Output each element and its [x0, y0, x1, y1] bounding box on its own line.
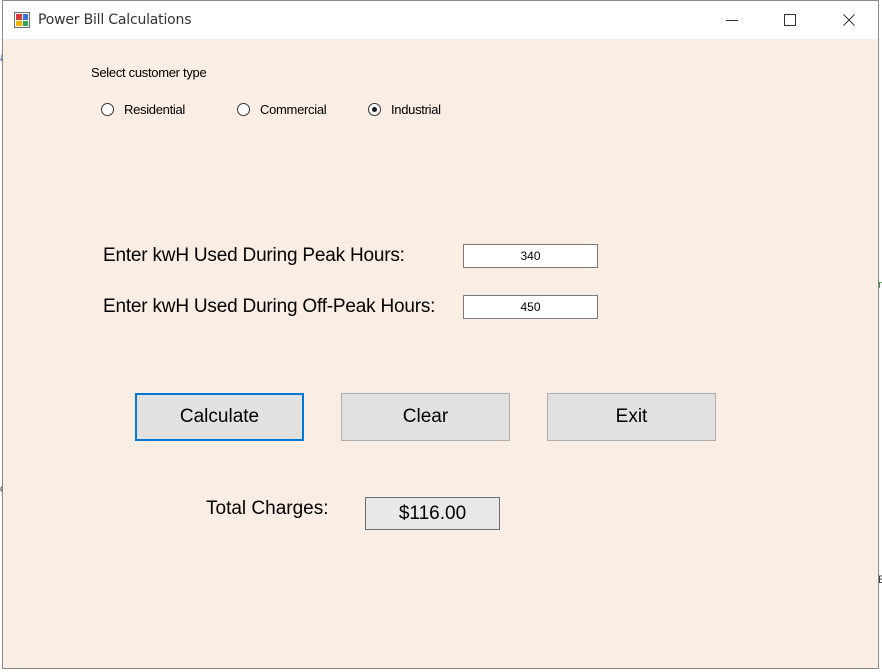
- radio-circle[interactable]: [101, 103, 114, 116]
- customer-type-label: Select customer type: [91, 65, 207, 80]
- close-button[interactable]: [820, 1, 878, 39]
- radio-circle[interactable]: [237, 103, 250, 116]
- offpeak-hours-input[interactable]: 450: [463, 295, 598, 319]
- maximize-icon: [784, 14, 796, 26]
- radio-industrial-label: Industrial: [391, 102, 441, 117]
- application-icon: [14, 12, 30, 28]
- power-bill-window: Power Bill Calculations Select customer …: [2, 0, 879, 669]
- radio-circle[interactable]: [368, 103, 381, 116]
- title-bar[interactable]: Power Bill Calculations: [3, 1, 878, 39]
- peak-hours-input[interactable]: 340: [463, 244, 598, 268]
- radio-commercial-label: Commercial: [260, 102, 327, 117]
- close-icon: [843, 14, 855, 26]
- window-title: Power Bill Calculations: [38, 12, 192, 28]
- peak-hours-label: Enter kwH Used During Peak Hours:: [103, 245, 405, 266]
- exit-button[interactable]: Exit: [547, 393, 716, 441]
- minimize-button[interactable]: [703, 1, 761, 39]
- radio-residential-label: Residential: [124, 102, 186, 117]
- offpeak-hours-label: Enter kwH Used During Off-Peak Hours:: [103, 296, 436, 317]
- radio-selected-dot: [372, 107, 377, 112]
- clear-button[interactable]: Clear: [341, 393, 510, 441]
- minimize-icon: [726, 20, 738, 21]
- maximize-button[interactable]: [761, 1, 819, 39]
- total-charges-value: $116.00: [365, 497, 500, 530]
- total-charges-label: Total Charges:: [206, 498, 329, 519]
- calculate-button[interactable]: Calculate: [135, 393, 304, 441]
